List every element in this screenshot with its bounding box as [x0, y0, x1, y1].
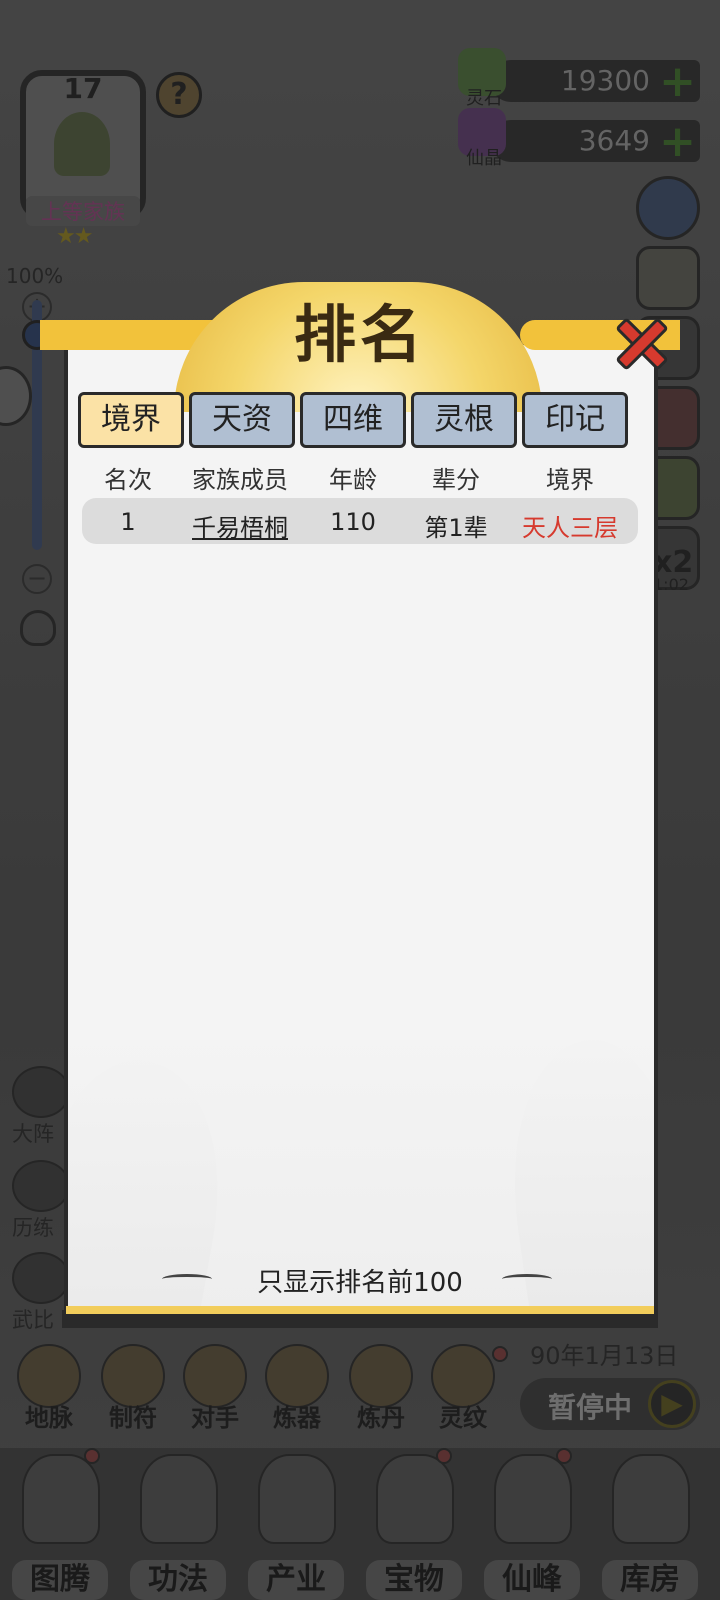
column-header-rank: 名次 [104, 466, 152, 494]
column-header-realm: 境界 [546, 466, 594, 494]
cell-realm: 天人三层 [522, 514, 618, 542]
dialog-bottom-trim [66, 1306, 654, 1314]
column-header-generation: 辈分 [432, 466, 480, 494]
cell-member-link[interactable]: 千易梧桐 [180, 508, 300, 543]
ranking-tabs: 境界 天资 四维 灵根 印记 [78, 392, 638, 448]
cell-rank: 1 [120, 508, 136, 536]
cloud-ornament-right [502, 1274, 552, 1284]
cell-generation: 第1辈 [424, 514, 488, 542]
cloud-ornament-left [162, 1274, 212, 1284]
tab-four-dimensions[interactable]: 四维 [300, 392, 406, 448]
tab-talent[interactable]: 天资 [189, 392, 295, 448]
close-button[interactable] [606, 310, 676, 380]
column-header-age: 年龄 [329, 466, 377, 494]
ranking-footer: 只显示排名前100 [160, 1262, 560, 1298]
column-header-member: 家族成员 [192, 466, 288, 494]
tab-mark[interactable]: 印记 [522, 392, 628, 448]
cell-age: 110 [330, 508, 376, 536]
footer-note-text: 只显示排名前100 [257, 1268, 463, 1298]
tab-realm[interactable]: 境界 [78, 392, 184, 448]
dialog-title: 排名 [293, 298, 426, 371]
tab-spirit-root[interactable]: 灵根 [411, 392, 517, 448]
